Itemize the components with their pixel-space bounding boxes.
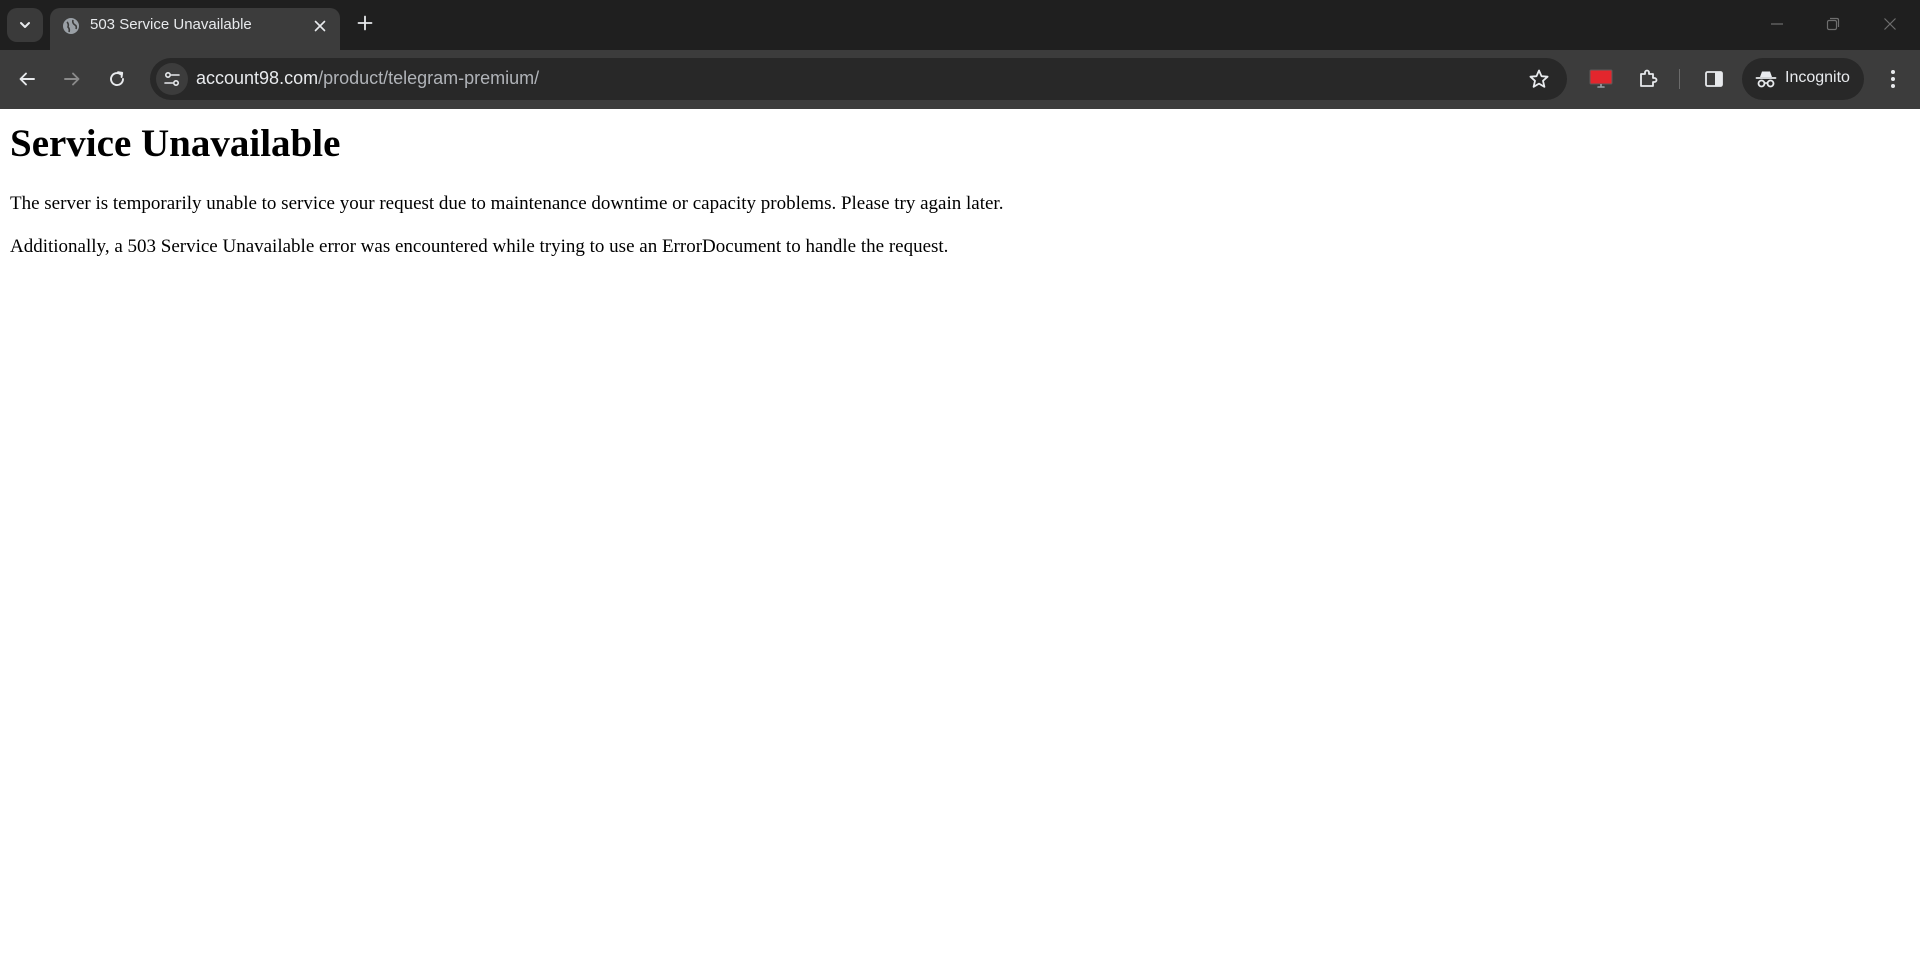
side-panel-button[interactable] — [1699, 64, 1729, 94]
tab-search-button[interactable] — [7, 8, 43, 42]
bookmark-star-button[interactable] — [1527, 67, 1551, 91]
error-message: The server is temporarily unable to serv… — [10, 193, 1004, 214]
url-host: account98.com — [196, 68, 319, 88]
browser-window: 503 Service Unavailable account98.com/pr… — [0, 0, 1920, 109]
close-window-button[interactable] — [1878, 12, 1902, 36]
extension-button[interactable] — [1586, 64, 1616, 94]
arrow-left-icon — [19, 72, 35, 86]
restore-button[interactable] — [1821, 12, 1845, 36]
monitor-extension-icon — [1589, 69, 1613, 88]
url-path: /product/telegram-premium/ — [318, 68, 540, 88]
tune-icon — [164, 71, 180, 87]
tab-title: 503 Service Unavailable — [90, 16, 252, 33]
toolbar: account98.com/product/telegram-premium/ — [0, 50, 1920, 109]
plus-icon — [357, 15, 373, 31]
chevron-down-icon — [20, 22, 30, 28]
toolbar-divider — [1679, 69, 1680, 89]
incognito-profile-button[interactable]: Incognito — [1742, 58, 1864, 100]
minimize-icon — [1771, 23, 1783, 25]
site-info-button[interactable] — [156, 63, 188, 95]
globe-icon — [63, 18, 79, 34]
page-title: Service Unavailable — [10, 122, 341, 165]
forward-button[interactable] — [59, 66, 85, 92]
reload-button[interactable] — [104, 66, 130, 92]
browser-menu-button[interactable] — [1880, 66, 1906, 92]
side-panel-icon — [1705, 71, 1723, 87]
extensions-menu-button[interactable] — [1633, 64, 1663, 94]
minimize-button[interactable] — [1765, 12, 1789, 36]
more-vertical-icon — [1891, 70, 1895, 88]
address-bar[interactable]: account98.com/product/telegram-premium/ — [150, 58, 1567, 100]
reload-icon — [110, 71, 124, 86]
incognito-icon — [1755, 71, 1777, 88]
new-tab-button[interactable] — [353, 11, 377, 35]
tab-close-button[interactable] — [310, 16, 330, 36]
error-detail: Additionally, a 503 Service Unavailable … — [10, 236, 949, 257]
close-icon — [1884, 18, 1896, 30]
close-icon — [314, 20, 326, 32]
incognito-label: Incognito — [1785, 69, 1850, 86]
puzzle-icon — [1640, 69, 1658, 87]
page-content: Service Unavailable The server is tempor… — [0, 109, 1920, 957]
tab-strip: 503 Service Unavailable — [0, 0, 1920, 50]
arrow-right-icon — [64, 72, 80, 86]
active-tab[interactable]: 503 Service Unavailable — [50, 8, 340, 50]
restore-icon — [1826, 17, 1840, 31]
back-button[interactable] — [14, 66, 40, 92]
url-text[interactable]: account98.com/product/telegram-premium/ — [196, 68, 539, 89]
star-icon — [1529, 69, 1549, 88]
